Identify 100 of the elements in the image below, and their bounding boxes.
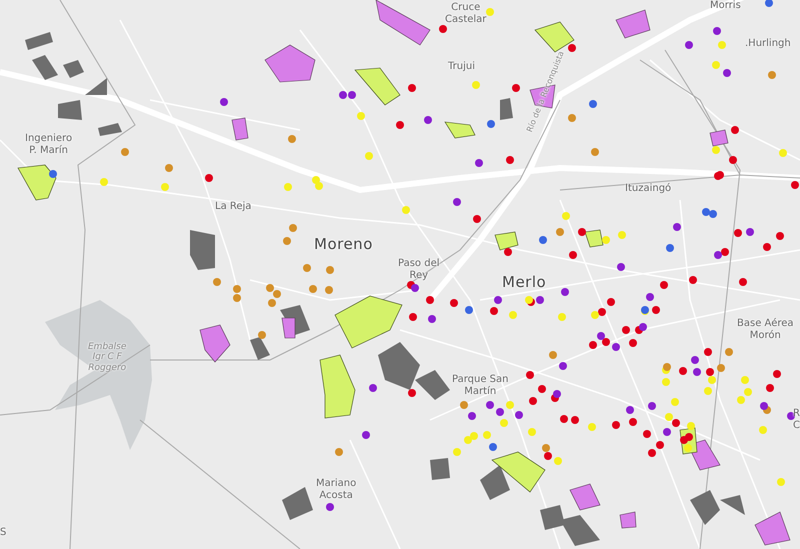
map-marker[interactable] (549, 351, 557, 359)
map-marker[interactable] (718, 41, 726, 49)
map-marker[interactable] (777, 478, 785, 486)
map-marker[interactable] (791, 181, 799, 189)
map-marker[interactable] (205, 174, 213, 182)
map-marker[interactable] (504, 248, 512, 256)
map-marker[interactable] (768, 71, 776, 79)
map-marker[interactable] (424, 116, 432, 124)
map-marker[interactable] (494, 296, 502, 304)
map-marker[interactable] (729, 156, 737, 164)
map-marker[interactable] (312, 176, 320, 184)
map-marker[interactable] (539, 236, 547, 244)
map-marker[interactable] (662, 378, 670, 386)
map-marker[interactable] (309, 285, 317, 293)
map-marker[interactable] (666, 244, 674, 252)
map-marker[interactable] (648, 449, 656, 457)
map-marker[interactable] (220, 98, 228, 106)
map-marker[interactable] (408, 84, 416, 92)
map-marker[interactable] (571, 416, 579, 424)
map-marker[interactable] (362, 431, 370, 439)
map-marker[interactable] (486, 8, 494, 16)
map-marker[interactable] (439, 25, 447, 33)
map-marker[interactable] (766, 384, 774, 392)
map-marker[interactable] (578, 228, 586, 236)
map-marker[interactable] (646, 293, 654, 301)
map-marker[interactable] (339, 91, 347, 99)
map-marker[interactable] (213, 278, 221, 286)
map-marker[interactable] (369, 384, 377, 392)
map-marker[interactable] (588, 423, 596, 431)
map-marker[interactable] (629, 339, 637, 347)
map-marker[interactable] (408, 389, 416, 397)
map-marker[interactable] (734, 229, 742, 237)
map-marker[interactable] (348, 91, 356, 99)
map-marker[interactable] (652, 306, 660, 314)
map-marker[interactable] (760, 402, 768, 410)
map-marker[interactable] (233, 285, 241, 293)
map-marker[interactable] (288, 135, 296, 143)
map-marker[interactable] (713, 27, 721, 35)
map-marker[interactable] (289, 224, 297, 232)
map-marker[interactable] (326, 266, 334, 274)
map-marker[interactable] (685, 41, 693, 49)
map-marker[interactable] (568, 44, 576, 52)
map-marker[interactable] (460, 401, 468, 409)
map-marker[interactable] (525, 296, 533, 304)
map-marker[interactable] (538, 385, 546, 393)
map-marker[interactable] (597, 332, 605, 340)
map-marker[interactable] (526, 371, 534, 379)
map-marker[interactable] (426, 296, 434, 304)
map-marker[interactable] (665, 413, 673, 421)
map-marker[interactable] (528, 428, 536, 436)
map-marker[interactable] (704, 348, 712, 356)
map-marker[interactable] (396, 121, 404, 129)
map-marker[interactable] (402, 206, 410, 214)
map-marker[interactable] (165, 164, 173, 172)
map-marker[interactable] (554, 457, 562, 465)
map-marker[interactable] (689, 276, 697, 284)
map-marker[interactable] (506, 401, 514, 409)
map-marker[interactable] (660, 281, 668, 289)
map-marker[interactable] (787, 412, 795, 420)
map-marker[interactable] (483, 431, 491, 439)
map-marker[interactable] (702, 208, 710, 216)
map-marker[interactable] (49, 170, 57, 178)
map-marker[interactable] (569, 251, 577, 259)
map-marker[interactable] (717, 364, 725, 372)
map-marker[interactable] (773, 370, 781, 378)
map-marker[interactable] (509, 311, 517, 319)
map-marker[interactable] (612, 421, 620, 429)
map-marker[interactable] (641, 306, 649, 314)
map-marker[interactable] (684, 444, 692, 452)
map-marker[interactable] (643, 430, 651, 438)
map-marker[interactable] (536, 296, 544, 304)
map-marker[interactable] (731, 126, 739, 134)
map-marker[interactable] (464, 436, 472, 444)
map-marker[interactable] (591, 311, 599, 319)
map-marker[interactable] (708, 376, 716, 384)
map-marker[interactable] (704, 387, 712, 395)
map-marker[interactable] (335, 448, 343, 456)
map-marker[interactable] (121, 148, 129, 156)
map-marker[interactable] (744, 388, 752, 396)
map-marker[interactable] (663, 428, 671, 436)
map-marker[interactable] (598, 308, 606, 316)
map-marker[interactable] (315, 182, 323, 190)
map-marker[interactable] (465, 306, 473, 314)
map-marker[interactable] (266, 284, 274, 292)
map-marker[interactable] (612, 343, 620, 351)
map-marker[interactable] (639, 323, 647, 331)
map-marker[interactable] (602, 236, 610, 244)
map-marker[interactable] (673, 223, 681, 231)
map-marker[interactable] (763, 243, 771, 251)
map-marker[interactable] (723, 69, 731, 77)
map-marker[interactable] (553, 390, 561, 398)
map-marker[interactable] (544, 452, 552, 460)
map-marker[interactable] (561, 288, 569, 296)
map-marker[interactable] (741, 376, 749, 384)
map-marker[interactable] (607, 298, 615, 306)
map-marker[interactable] (558, 313, 566, 321)
map-marker[interactable] (622, 326, 630, 334)
map-marker[interactable] (712, 146, 720, 154)
map-marker[interactable] (490, 307, 498, 315)
map-marker[interactable] (568, 114, 576, 122)
